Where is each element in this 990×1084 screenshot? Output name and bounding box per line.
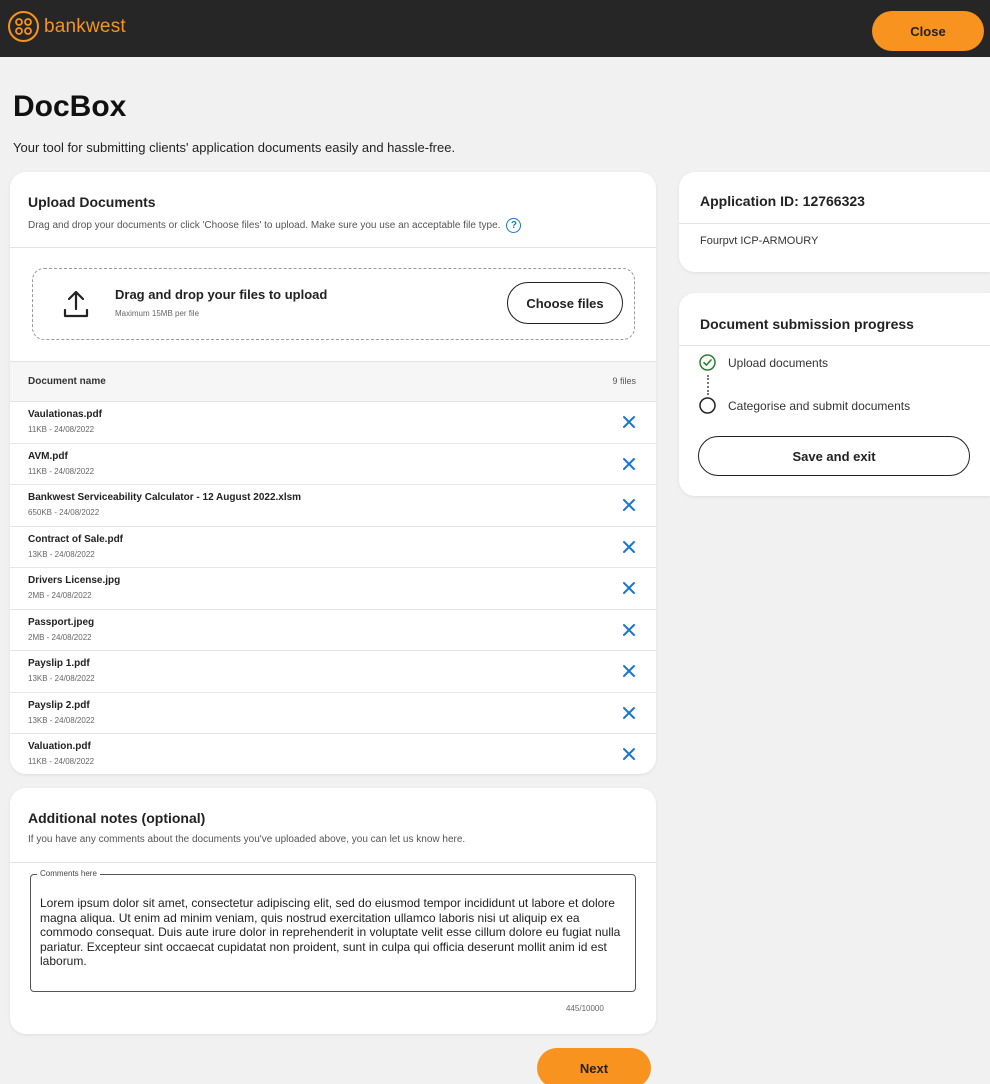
- remove-file-icon[interactable]: [622, 457, 636, 471]
- check-circle-icon: [699, 354, 716, 371]
- file-meta: 13KB - 24/08/2022: [28, 674, 95, 683]
- documents-table-header: Document name 9 files: [10, 361, 656, 402]
- brand-name: bankwest: [44, 15, 126, 37]
- table-row: Passport.jpeg 2MB - 24/08/2022: [10, 610, 656, 651]
- additional-notes-card: Additional notes (optional) If you have …: [10, 788, 656, 1034]
- table-row: Payslip 1.pdf 13KB - 24/08/2022: [10, 651, 656, 693]
- table-row: Vaulationas.pdf 11KB - 24/08/2022: [10, 402, 656, 444]
- step-label: Categorise and submit documents: [728, 398, 911, 413]
- page-subtitle: Your tool for submitting clients' applic…: [13, 140, 456, 155]
- help-icon[interactable]: ?: [506, 218, 522, 233]
- character-count: 445/10000: [566, 1004, 604, 1013]
- bankwest-logo[interactable]: bankwest: [8, 11, 126, 42]
- upload-description: Drag and drop your documents or click 'C…: [28, 218, 522, 233]
- next-button[interactable]: Next: [537, 1048, 651, 1084]
- file-meta: 11KB - 24/08/2022: [28, 466, 95, 476]
- notes-title: Additional notes (optional): [28, 810, 206, 826]
- file-name: Valuation.pdf: [28, 741, 91, 752]
- file-name: Payslip 1.pdf: [28, 658, 90, 669]
- step-label: Upload documents: [728, 355, 829, 370]
- remove-file-icon[interactable]: [622, 623, 636, 637]
- file-name: Passport.jpeg: [28, 616, 95, 628]
- notes-divider: [10, 862, 656, 863]
- applicant-name: Fourpvt ICP-ARMOURY: [700, 235, 819, 247]
- remove-file-icon[interactable]: [622, 498, 636, 512]
- table-row: AVM.pdf 11KB - 24/08/2022: [10, 444, 656, 485]
- file-name: Vaulationas.pdf: [28, 409, 102, 420]
- top-bar: bankwest Close: [0, 0, 990, 57]
- file-meta: 2MB - 24/08/2022: [28, 591, 92, 600]
- close-button[interactable]: Close: [872, 11, 984, 51]
- table-row: Drivers License.jpg 2MB - 24/08/2022: [10, 568, 656, 610]
- application-id: Application ID: 12766323: [700, 193, 865, 209]
- remove-file-icon[interactable]: [622, 581, 636, 595]
- file-dropzone[interactable]: Drag and drop your files to upload Maxim…: [32, 268, 635, 340]
- comments-label: Comments here: [37, 869, 100, 878]
- file-meta: 11KB - 24/08/2022: [28, 425, 95, 434]
- notes-description: If you have any comments about the docum…: [28, 834, 466, 845]
- upload-title: Upload Documents: [28, 194, 156, 210]
- upload-icon: [63, 290, 89, 318]
- progress-divider: [679, 345, 990, 346]
- file-count: 9 files: [612, 376, 636, 386]
- step-categorise-submit: Categorise and submit documents: [699, 397, 910, 414]
- file-meta: 2MB - 24/08/2022: [28, 632, 92, 642]
- application-divider: [679, 223, 990, 224]
- remove-file-icon[interactable]: [622, 706, 636, 720]
- choose-files-button[interactable]: Choose files: [507, 282, 623, 324]
- save-and-exit-button[interactable]: Save and exit: [698, 436, 970, 476]
- step-upload-documents: Upload documents: [699, 354, 828, 371]
- file-name: Drivers License.jpg: [28, 575, 121, 586]
- comments-textarea[interactable]: Comments here Lorem ipsum dolor sit amet…: [30, 869, 636, 992]
- file-name: Payslip 2.pdf: [28, 699, 90, 711]
- table-row: Payslip 2.pdf 13KB - 24/08/2022: [10, 693, 656, 734]
- empty-circle-icon: [699, 397, 716, 414]
- submission-progress-card: Document submission progress Upload docu…: [679, 293, 990, 496]
- table-row: Contract of Sale.pdf 13KB - 24/08/2022: [10, 527, 656, 568]
- column-document-name: Document name: [28, 376, 106, 387]
- file-meta: 13KB - 24/08/2022: [28, 549, 95, 559]
- page-title: DocBox: [13, 90, 127, 123]
- dropzone-size-limit: Maximum 15MB per file: [115, 309, 200, 318]
- upload-divider: [10, 247, 656, 248]
- comments-value: Lorem ipsum dolor sit amet, consectetur …: [40, 896, 621, 969]
- step-connector: [707, 375, 709, 395]
- remove-file-icon[interactable]: [622, 540, 636, 554]
- file-name: Contract of Sale.pdf: [28, 533, 124, 545]
- upload-documents-card: Upload Documents Drag and drop your docu…: [10, 172, 656, 774]
- progress-title: Document submission progress: [700, 316, 914, 332]
- table-row: Valuation.pdf 11KB - 24/08/2022: [10, 734, 656, 776]
- remove-file-icon[interactable]: [622, 415, 636, 429]
- file-meta: 11KB - 24/08/2022: [28, 757, 95, 766]
- dropzone-title: Drag and drop your files to upload: [115, 287, 328, 302]
- file-name: AVM.pdf: [28, 450, 68, 462]
- documents-list: Vaulationas.pdf 11KB - 24/08/2022 AVM.pd…: [10, 402, 656, 776]
- table-row: Bankwest Serviceability Calculator - 12 …: [10, 485, 656, 527]
- file-meta: 13KB - 24/08/2022: [28, 715, 95, 725]
- application-card: Application ID: 12766323 Fourpvt ICP-ARM…: [679, 172, 990, 272]
- file-name: Bankwest Serviceability Calculator - 12 …: [28, 492, 302, 503]
- file-meta: 650KB - 24/08/2022: [28, 508, 100, 517]
- upload-description-text: Drag and drop your documents or click 'C…: [28, 220, 501, 231]
- bankwest-logo-icon: [8, 11, 39, 42]
- remove-file-icon[interactable]: [622, 664, 636, 678]
- remove-file-icon[interactable]: [622, 747, 636, 761]
